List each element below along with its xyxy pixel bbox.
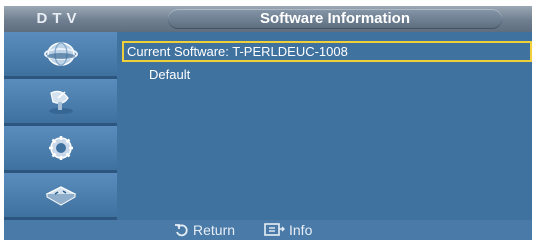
return-icon [175, 224, 188, 237]
sidebar-item-channel[interactable] [4, 79, 117, 126]
return-label: Return [193, 222, 236, 238]
info-label: Info [289, 222, 313, 238]
bottom-bar: Return Info [4, 220, 532, 240]
current-software-row[interactable]: Current Software: T-PERLDEUC-1008 [122, 41, 532, 62]
source-tag: DTV [36, 10, 82, 27]
sidebar-item-input[interactable] [4, 173, 117, 220]
page-title: Software Information [259, 10, 410, 27]
info-icon [264, 223, 285, 236]
sidebar-item-setup[interactable] [4, 126, 117, 173]
sidebar-item-picture[interactable] [4, 32, 117, 79]
info-button[interactable]: Info [264, 220, 312, 240]
sidebar [4, 32, 117, 228]
globe-icon [43, 42, 78, 66]
content-panel: Current Software: T-PERLDEUC-1008 Defaul… [117, 32, 532, 228]
return-button[interactable]: Return [174, 220, 235, 240]
gear-icon [48, 136, 73, 160]
input-source-icon [45, 186, 76, 206]
tv-menu-screen: DTV Software Information Current Softwar… [4, 6, 532, 240]
default-item[interactable]: Default [149, 65, 190, 85]
satellite-dish-icon [48, 90, 73, 114]
title-bar: DTV Software Information [4, 6, 532, 32]
